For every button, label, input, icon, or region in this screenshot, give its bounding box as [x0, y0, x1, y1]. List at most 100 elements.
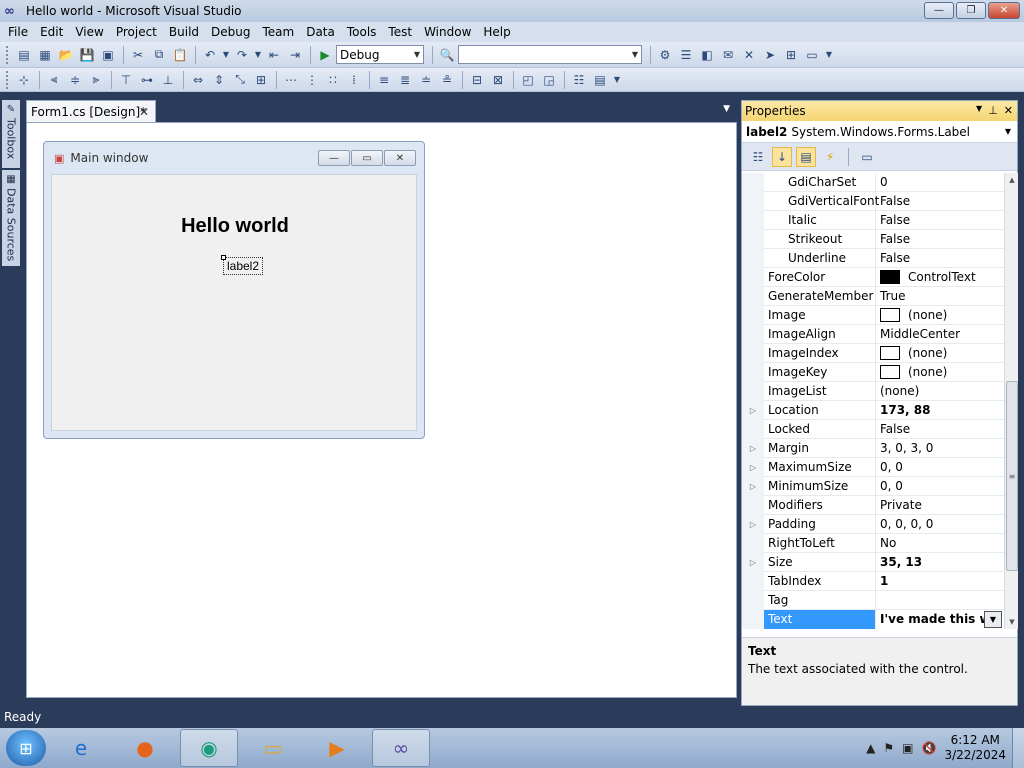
- events-icon[interactable]: ⚡: [820, 147, 840, 167]
- designer-surface[interactable]: ▣ Main window — ▭ ✕ Hello world label2: [26, 122, 737, 698]
- make-same-height-icon[interactable]: ⇕: [209, 70, 229, 90]
- center-vertically-icon[interactable]: ⊠: [488, 70, 508, 90]
- window-position-dropdown-icon[interactable]: ▼: [976, 104, 982, 117]
- property-value[interactable]: False: [876, 211, 1004, 230]
- property-row-margin[interactable]: ▷ Margin 3, 0, 3, 0: [742, 438, 1004, 458]
- property-value[interactable]: No: [876, 534, 1004, 553]
- expand-icon[interactable]: ▷: [742, 438, 764, 458]
- text-dropdown-button[interactable]: ▼: [984, 611, 1002, 628]
- show-desktop-button[interactable]: [1012, 728, 1024, 768]
- property-row-forecolor[interactable]: ForeColor ControlText: [742, 267, 1004, 287]
- property-row-imagelist[interactable]: ImageList (none): [742, 381, 1004, 401]
- object-browser-icon[interactable]: ◧: [697, 45, 717, 65]
- start-debugging-icon[interactable]: ▶: [315, 45, 335, 65]
- expand-icon[interactable]: ▷: [742, 476, 764, 496]
- save-all-icon[interactable]: ▣: [98, 45, 118, 65]
- property-value[interactable]: False: [876, 230, 1004, 249]
- network-icon[interactable]: ▣: [902, 741, 913, 755]
- tab-order-icon[interactable]: ☷: [569, 70, 589, 90]
- send-to-back-icon[interactable]: ◲: [539, 70, 559, 90]
- property-value[interactable]: [876, 591, 1004, 610]
- property-row-size[interactable]: ▷ Size 35, 13: [742, 552, 1004, 572]
- new-project-icon[interactable]: ▤: [14, 45, 34, 65]
- menu-project[interactable]: Project: [110, 25, 163, 39]
- menu-tools[interactable]: Tools: [341, 25, 383, 39]
- property-value[interactable]: False: [876, 249, 1004, 268]
- menu-help[interactable]: Help: [477, 25, 516, 39]
- center-horizontally-icon[interactable]: ⊟: [467, 70, 487, 90]
- action-center-flag-icon[interactable]: ⚑: [883, 741, 894, 755]
- scroll-down-icon[interactable]: ▼: [1005, 615, 1019, 629]
- firefox-icon[interactable]: ●: [116, 729, 174, 767]
- property-value[interactable]: Private: [876, 496, 1004, 515]
- pin-icon[interactable]: ⊥: [988, 104, 998, 117]
- horizontal-spacing-remove-icon[interactable]: ⁞: [344, 70, 364, 90]
- restore-button[interactable]: ❐: [956, 2, 986, 19]
- class-view-icon[interactable]: ⊞: [781, 45, 801, 65]
- property-row-padding[interactable]: ▷ Padding 0, 0, 0, 0: [742, 514, 1004, 534]
- property-row-imageindex[interactable]: ImageIndex (none): [742, 343, 1004, 363]
- expand-icon[interactable]: ▷: [742, 552, 764, 572]
- volume-muted-icon[interactable]: 🔇: [922, 741, 937, 755]
- align-lefts-icon[interactable]: ⫷: [44, 70, 64, 90]
- property-row-modifiers[interactable]: Modifiers Private: [742, 495, 1004, 515]
- tools-icon[interactable]: ✕: [739, 45, 759, 65]
- property-value[interactable]: 35, 13: [876, 553, 1004, 572]
- clock[interactable]: 6:12 AM 3/22/2024: [944, 733, 1006, 763]
- start-button[interactable]: ⊞: [6, 730, 46, 766]
- label2-control[interactable]: label2: [221, 255, 263, 275]
- data-sources-tab[interactable]: ▦ Data Sources: [2, 170, 20, 266]
- toolbox-icon[interactable]: ✉: [718, 45, 738, 65]
- expand-icon[interactable]: ▷: [742, 514, 764, 534]
- tab-form1-design[interactable]: Form1.cs [Design]* ✕: [26, 100, 156, 122]
- property-row-righttoleft[interactable]: RightToLeft No: [742, 533, 1004, 553]
- align-centers-icon[interactable]: ≑: [65, 70, 85, 90]
- navigate-forward-icon[interactable]: ⇥: [285, 45, 305, 65]
- property-value[interactable]: ControlText: [876, 268, 1004, 287]
- internet-explorer-icon[interactable]: e: [52, 729, 110, 767]
- bring-to-front-icon[interactable]: ◰: [518, 70, 538, 90]
- hello-world-label[interactable]: Hello world: [52, 215, 418, 238]
- scrollbar-thumb[interactable]: ≡: [1006, 381, 1018, 571]
- menu-build[interactable]: Build: [163, 25, 205, 39]
- horizontal-spacing-increase-icon[interactable]: ⋮: [302, 70, 322, 90]
- align-to-grid-icon[interactable]: ⊹: [14, 70, 34, 90]
- property-row-tabindex[interactable]: TabIndex 1: [742, 571, 1004, 591]
- align-tops-icon[interactable]: ⊤: [116, 70, 136, 90]
- file-explorer-icon[interactable]: ▭: [244, 729, 302, 767]
- property-row-imagekey[interactable]: ImageKey (none): [742, 362, 1004, 382]
- vertical-spacing-decrease-icon[interactable]: ≐: [416, 70, 436, 90]
- property-row-strikeout[interactable]: Strikeout False: [742, 229, 1004, 249]
- output-window-icon[interactable]: ▭: [802, 45, 822, 65]
- property-row-italic[interactable]: Italic False: [742, 210, 1004, 230]
- visual-studio-icon[interactable]: ∞: [372, 729, 430, 767]
- media-app-icon[interactable]: ◉: [180, 729, 238, 767]
- toolbox-tab[interactable]: ✎ Toolbox: [2, 100, 20, 168]
- property-row-generatemember[interactable]: GenerateMember True: [742, 286, 1004, 306]
- close-tab-icon[interactable]: ✕: [139, 105, 149, 119]
- properties-view-icon[interactable]: ▤: [796, 146, 816, 167]
- save-icon[interactable]: 💾: [77, 45, 97, 65]
- menu-window[interactable]: Window: [418, 25, 477, 39]
- open-file-icon[interactable]: 📂: [56, 45, 76, 65]
- property-grid-scrollbar[interactable]: ▲ ≡ ▼: [1004, 173, 1018, 629]
- property-pages-icon[interactable]: ▭: [857, 147, 877, 167]
- toolbar-grip[interactable]: [6, 45, 10, 64]
- property-value[interactable]: 0, 0, 0, 0: [876, 515, 1004, 534]
- scroll-up-icon[interactable]: ▲: [1005, 173, 1019, 187]
- categorized-icon[interactable]: ☷: [748, 147, 768, 167]
- solution-configuration-dropdown[interactable]: Debug ▼: [336, 45, 424, 64]
- expand-icon[interactable]: ▷: [742, 400, 764, 420]
- show-hidden-icons-icon[interactable]: ▲: [866, 741, 875, 755]
- designed-form[interactable]: ▣ Main window — ▭ ✕ Hello world label2: [43, 141, 425, 439]
- property-row-gdiverticalfont[interactable]: GdiVerticalFont False: [742, 191, 1004, 211]
- align-bottoms-icon[interactable]: ⊥: [158, 70, 178, 90]
- align-rights-icon[interactable]: ⫸: [86, 70, 106, 90]
- property-value[interactable]: True: [876, 287, 1004, 306]
- add-item-icon[interactable]: ▦: [35, 45, 55, 65]
- cut-icon[interactable]: ✂: [128, 45, 148, 65]
- copy-icon[interactable]: ⧉: [149, 45, 169, 65]
- property-row-underline[interactable]: Underline False: [742, 248, 1004, 268]
- property-row-gdicharset[interactable]: GdiCharSet 0: [742, 173, 1004, 192]
- find-in-files-icon[interactable]: 🔍: [437, 45, 457, 65]
